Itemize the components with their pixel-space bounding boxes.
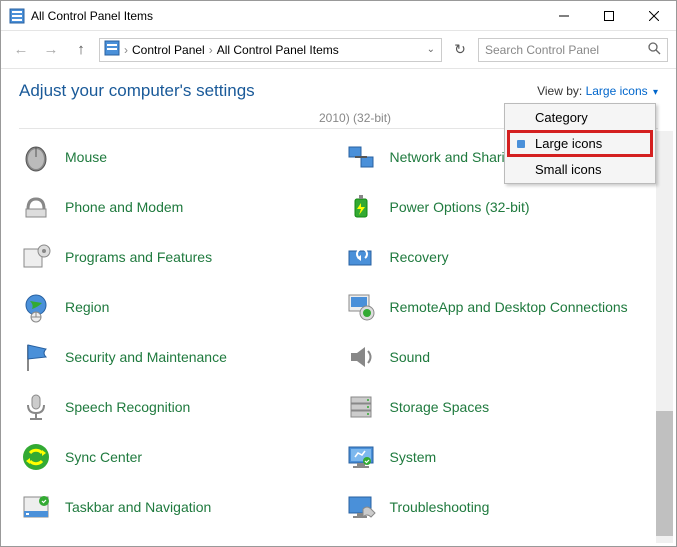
network-icon	[344, 140, 378, 174]
sound-icon	[344, 340, 378, 374]
item-region[interactable]: Region	[19, 289, 334, 325]
item-sync-center[interactable]: Sync Center	[19, 439, 334, 475]
dropdown-option-category[interactable]: Category	[507, 106, 653, 129]
title-bar: All Control Panel Items	[1, 1, 676, 31]
address-bar[interactable]: › Control Panel › All Control Panel Item…	[99, 38, 442, 62]
breadcrumb-part1[interactable]: Control Panel	[132, 43, 205, 57]
back-button[interactable]: ←	[9, 38, 33, 62]
item-speech-recognition[interactable]: Speech Recognition	[19, 389, 334, 425]
scroll-thumb[interactable]	[656, 411, 673, 536]
search-placeholder: Search Control Panel	[485, 43, 599, 57]
viewby-label: View by:	[537, 84, 582, 98]
window-title: All Control Panel Items	[31, 9, 541, 23]
maximize-button[interactable]	[586, 1, 631, 30]
item-label: Storage Spaces	[390, 399, 490, 416]
forward-button[interactable]: →	[39, 38, 63, 62]
items-grid: Mouse Network and Sharing Center Phone a…	[19, 129, 658, 525]
item-label: System	[390, 449, 437, 466]
breadcrumb-sep-icon: ›	[209, 43, 213, 57]
view-by-control[interactable]: View by: Large icons ▾	[537, 84, 658, 98]
item-security-maintenance[interactable]: Security and Maintenance	[19, 339, 334, 375]
item-power-options[interactable]: Power Options (32-bit)	[344, 189, 659, 225]
item-label: RemoteApp and Desktop Connections	[390, 299, 628, 316]
item-label: Speech Recognition	[65, 399, 190, 416]
item-label: Phone and Modem	[65, 199, 183, 216]
taskbar-icon	[19, 490, 53, 524]
dropdown-option-small-icons[interactable]: Small icons	[507, 158, 653, 181]
phone-icon	[19, 190, 53, 224]
power-icon	[344, 190, 378, 224]
storage-icon	[344, 390, 378, 424]
refresh-button[interactable]: ↻	[448, 38, 472, 62]
viewby-dropdown: Category Large icons Small icons	[504, 103, 656, 184]
item-label: Power Options (32-bit)	[390, 199, 530, 216]
item-storage-spaces[interactable]: Storage Spaces	[344, 389, 659, 425]
item-label: Security and Maintenance	[65, 349, 227, 366]
page-title: Adjust your computer's settings	[19, 81, 537, 101]
item-remoteapp[interactable]: RemoteApp and Desktop Connections	[344, 289, 659, 325]
recovery-icon	[344, 240, 378, 274]
item-label: Taskbar and Navigation	[65, 499, 211, 516]
dropdown-option-large-icons[interactable]: Large icons	[507, 130, 653, 157]
chevron-down-icon: ▾	[653, 87, 658, 98]
item-mouse[interactable]: Mouse	[19, 139, 334, 175]
troubleshooting-icon	[344, 490, 378, 524]
up-button[interactable]: ↑	[69, 38, 93, 62]
chevron-down-icon[interactable]: ⌄	[427, 44, 435, 55]
system-icon	[344, 440, 378, 474]
close-button[interactable]	[631, 1, 676, 30]
control-panel-icon	[9, 8, 25, 24]
mouse-icon	[19, 140, 53, 174]
control-panel-addr-icon	[104, 40, 120, 59]
item-recovery[interactable]: Recovery	[344, 239, 659, 275]
item-label: Recovery	[390, 249, 449, 266]
item-phone-modem[interactable]: Phone and Modem	[19, 189, 334, 225]
item-system[interactable]: System	[344, 439, 659, 475]
search-input[interactable]: Search Control Panel	[478, 38, 668, 62]
scrollbar[interactable]	[656, 131, 673, 543]
flag-icon	[19, 340, 53, 374]
viewby-current: Large icons	[586, 84, 648, 98]
item-label: Mouse	[65, 149, 107, 166]
item-label: Troubleshooting	[390, 499, 490, 516]
microphone-icon	[19, 390, 53, 424]
item-troubleshooting[interactable]: Troubleshooting	[344, 489, 659, 525]
programs-icon	[19, 240, 53, 274]
region-icon	[19, 290, 53, 324]
remoteapp-icon	[344, 290, 378, 324]
item-label: Sync Center	[65, 449, 142, 466]
item-sound[interactable]: Sound	[344, 339, 659, 375]
item-label: Region	[65, 299, 109, 316]
breadcrumb-part2[interactable]: All Control Panel Items	[217, 43, 339, 57]
item-label: Sound	[390, 349, 430, 366]
content-area: Adjust your computer's settings View by:…	[1, 69, 676, 546]
breadcrumb-sep-icon: ›	[124, 43, 128, 57]
item-label: Programs and Features	[65, 249, 212, 266]
minimize-button[interactable]	[541, 1, 586, 30]
search-icon	[647, 41, 661, 58]
item-programs-features[interactable]: Programs and Features	[19, 239, 334, 275]
window-controls	[541, 1, 676, 30]
item-taskbar-navigation[interactable]: Taskbar and Navigation	[19, 489, 334, 525]
toolbar: ← → ↑ › Control Panel › All Control Pane…	[1, 31, 676, 69]
sync-icon	[19, 440, 53, 474]
